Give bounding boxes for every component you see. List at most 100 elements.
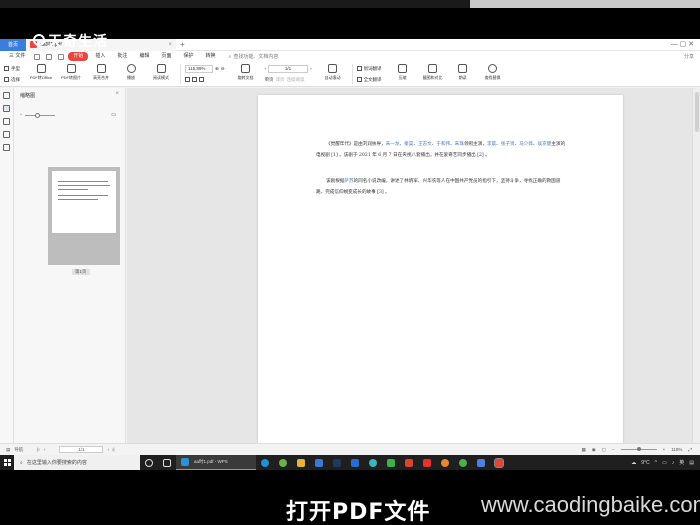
undo-icon[interactable] — [58, 53, 65, 60]
text-link[interactable]: 朱一龙 — [386, 142, 400, 147]
tab-home[interactable]: 首页 — [0, 38, 26, 51]
find-replace-button[interactable]: 查找替换 — [478, 64, 508, 81]
weather-icon[interactable]: ☁ — [631, 460, 636, 466]
cortana-icon[interactable] — [145, 458, 153, 467]
view-mode-icon[interactable]: ▦ — [581, 447, 585, 453]
status-zoom-value[interactable]: 118% — [671, 447, 682, 452]
zoom-slider[interactable] — [620, 447, 657, 451]
tray-chevron-icon[interactable]: ^ — [655, 460, 657, 466]
thumbnail-options-icon[interactable]: ▭ — [111, 112, 116, 118]
app-blue-icon[interactable] — [351, 458, 359, 467]
task-view-icon[interactable] — [163, 458, 171, 467]
eye-icon[interactable]: ◉ — [592, 447, 596, 453]
fit-width-icon[interactable] — [192, 77, 197, 82]
prev-page-icon[interactable]: ‹ — [44, 447, 46, 452]
fullscreen-icon[interactable]: ⤢ — [688, 447, 692, 452]
next-page-icon[interactable]: › — [310, 66, 312, 71]
menu-file[interactable]: 三 文件 — [4, 52, 30, 61]
play-button[interactable]: 播放 — [116, 64, 146, 81]
app-red-icon[interactable] — [405, 458, 413, 467]
scrollbar-thumb[interactable] — [694, 92, 699, 132]
fit-icon[interactable]: ▢ — [602, 447, 606, 453]
hand-tool-button[interactable]: 手型 — [4, 64, 20, 73]
navigation-icon[interactable]: ▤ — [6, 447, 10, 453]
compress-button[interactable]: 压缩 — [388, 64, 418, 81]
comment-icon[interactable] — [3, 118, 10, 125]
fit-page-icon[interactable] — [185, 77, 190, 82]
page-thumbnail[interactable] — [48, 167, 120, 265]
zoom-select[interactable]: 115.89% — [185, 64, 213, 73]
slider-knob[interactable] — [34, 112, 40, 118]
window-controls[interactable]: — ▢ ✕ — [671, 40, 694, 48]
text-link[interactable]: 朱珠 — [455, 142, 464, 147]
store-icon[interactable] — [315, 458, 323, 467]
continuous-button[interactable]: 连续阅读 — [287, 77, 305, 83]
app-orange-icon[interactable] — [441, 458, 449, 467]
wps-icon[interactable] — [423, 458, 431, 467]
page-number-input[interactable]: 1/1 — [268, 64, 309, 73]
app-green-icon[interactable] — [459, 458, 467, 467]
app-teal-icon[interactable] — [369, 458, 377, 467]
status-page-input[interactable]: 1/1 — [59, 446, 104, 453]
text-link[interactable]: 王志文 — [418, 142, 432, 147]
zoom-out-icon[interactable]: − — [612, 447, 615, 452]
double-page-button[interactable]: 双页 — [276, 77, 285, 83]
thumbnail-size-slider[interactable]: ▫ ▭ — [20, 112, 116, 118]
zoom-slider-knob[interactable] — [636, 447, 641, 451]
slider-track[interactable] — [24, 112, 55, 118]
text-link[interactable]: 秦昊 — [404, 142, 413, 147]
network-icon[interactable]: ▭ — [662, 460, 667, 466]
text-link[interactable]: 于和伟 — [436, 142, 450, 147]
photoshop-icon[interactable] — [333, 458, 341, 467]
full-translate-button[interactable]: 全文翻译 — [356, 75, 382, 84]
merge-button[interactable]: 高亮合并 — [86, 64, 116, 81]
menu-item-start[interactable]: 开始 — [68, 52, 89, 61]
menu-item-page[interactable]: 页面 — [156, 52, 176, 61]
app-blue2-icon[interactable] — [477, 458, 485, 467]
text-link[interactable]: 侯京健 — [538, 142, 552, 147]
thumbnail-icon[interactable] — [3, 105, 10, 112]
text-link[interactable]: 萨苏 — [344, 179, 353, 184]
zoom-out-icon[interactable]: ⊖ — [221, 66, 225, 72]
close-icon[interactable]: × — [168, 42, 172, 48]
prev-page-icon[interactable]: ‹ — [265, 66, 267, 71]
single-page-button[interactable]: 单页 — [265, 77, 274, 83]
menu-item-convert[interactable]: 转换 — [200, 52, 220, 61]
notification-icon[interactable]: ▤ — [689, 460, 694, 466]
next-page-icon[interactable]: › — [107, 447, 109, 452]
chrome-icon[interactable] — [279, 458, 287, 467]
first-page-icon[interactable]: |‹ — [37, 447, 40, 452]
pdf-to-office-button[interactable]: PDF转Office — [26, 64, 56, 81]
select-tool-button[interactable]: 选择 — [4, 75, 20, 84]
auto-scroll-button[interactable]: 自动滚动 — [318, 64, 348, 81]
start-button[interactable] — [0, 455, 14, 470]
vertical-scrollbar[interactable] — [692, 88, 700, 443]
read-mode-button[interactable]: 阅读模式 — [146, 64, 176, 81]
zoom-in-icon[interactable]: + — [663, 447, 666, 452]
taskbar-active-app[interactable]: aa时1.pdf - WPS — [176, 455, 256, 470]
weather-temp[interactable]: 9°C — [641, 460, 649, 466]
rotate-button[interactable]: 旋转文档 — [231, 64, 261, 81]
menu-item-protect[interactable]: 保护 — [178, 52, 198, 61]
close-icon[interactable]: × — [115, 91, 119, 97]
last-page-icon[interactable]: ›| — [112, 447, 115, 452]
read-aloud-button[interactable]: 朗读 — [448, 64, 478, 81]
text-link[interactable]: 张子贤 — [501, 142, 515, 147]
menu-search[interactable]: ⌕ 查找功能、文档内容 — [229, 53, 279, 61]
menu-item-insert[interactable]: 插入 — [90, 52, 110, 61]
word-translate-button[interactable]: 划词翻译 — [356, 64, 382, 73]
input-lang[interactable]: 英 — [679, 459, 684, 466]
actual-size-icon[interactable] — [199, 77, 204, 82]
attachment-icon[interactable] — [3, 131, 10, 138]
save-icon[interactable] — [34, 53, 41, 60]
text-link[interactable]: 马少骅 — [519, 142, 533, 147]
taskbar-search[interactable]: ⌕ 在这里输入你要搜索的内容 — [14, 455, 140, 470]
bookmark-icon[interactable] — [3, 92, 10, 99]
text-link[interactable]: 李晨 — [487, 142, 496, 147]
share-button[interactable]: 分享 — [684, 53, 694, 60]
menu-item-edit[interactable]: 编辑 — [134, 52, 154, 61]
edge-browser-icon[interactable] — [261, 458, 269, 467]
pdf-to-image-button[interactable]: PDF转图片 — [56, 64, 86, 81]
print-icon[interactable] — [46, 53, 53, 60]
navigation-label[interactable]: 导航 — [14, 447, 23, 453]
